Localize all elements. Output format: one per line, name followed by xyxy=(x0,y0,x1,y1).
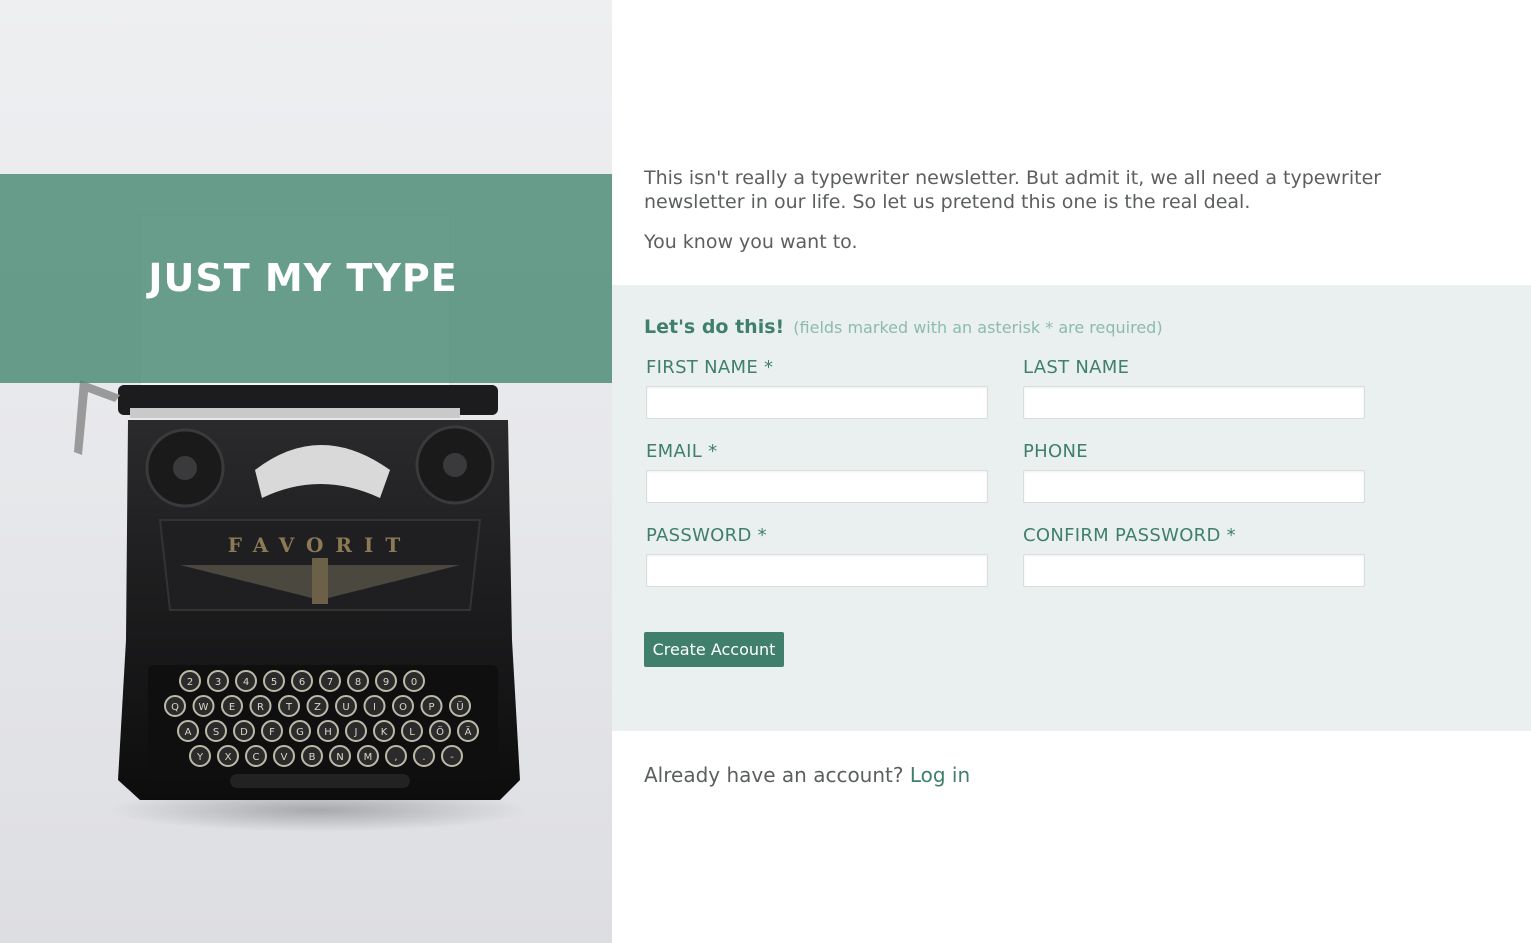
typewriter-key-label: K xyxy=(381,727,388,738)
typewriter-key-label: 2 xyxy=(187,677,193,688)
form-heading: Let's do this! (fields marked with an as… xyxy=(644,316,1163,338)
typewriter-key-label: 5 xyxy=(271,677,277,688)
typewriter-key-label: T xyxy=(285,702,293,713)
confirm-password-input[interactable] xyxy=(1023,554,1365,587)
confirm-password-group: CONFIRM PASSWORD * xyxy=(1023,525,1365,587)
typewriter-key-label: D xyxy=(240,727,248,738)
typewriter-key-label: - xyxy=(450,752,454,763)
typewriter-key-label: . xyxy=(422,752,425,763)
typewriter-key-label: 0 xyxy=(411,677,417,688)
phone-label: PHONE xyxy=(1023,441,1088,462)
typewriter-key-label: I xyxy=(373,702,376,713)
typewriter-key-label: 4 xyxy=(243,677,249,688)
typewriter-key-label: E xyxy=(229,702,235,713)
typewriter-key-label: M xyxy=(364,752,373,763)
typewriter-key-label: 8 xyxy=(355,677,361,688)
typewriter-key-label: H xyxy=(324,727,332,738)
typewriter-key-label: Q xyxy=(171,702,179,713)
typewriter-key-label: 3 xyxy=(215,677,221,688)
password-group: PASSWORD * xyxy=(646,525,988,587)
create-account-button[interactable]: Create Account xyxy=(644,632,784,667)
typewriter-key-label: B xyxy=(309,752,316,763)
typewriter-key-label: C xyxy=(253,752,260,763)
typewriter-key-label: Ü xyxy=(456,700,463,713)
confirm-password-label: CONFIRM PASSWORD * xyxy=(1023,525,1236,546)
typewriter-key-label: U xyxy=(342,702,349,713)
email-input[interactable] xyxy=(646,470,988,503)
signup-form: Let's do this! (fields marked with an as… xyxy=(612,285,1531,731)
typewriter-key-label: Y xyxy=(196,752,204,763)
typewriter-key-label: V xyxy=(281,752,288,763)
typewriter-key-label: A xyxy=(185,727,192,738)
typewriter-key-label: G xyxy=(296,727,304,738)
login-prompt-text: Already have an account? xyxy=(644,763,904,787)
typewriter-key-label: W xyxy=(199,702,209,713)
login-link[interactable]: Log in xyxy=(910,763,970,787)
typewriter-key-label: , xyxy=(394,752,397,763)
last-name-group: LAST NAME xyxy=(1023,357,1365,419)
email-label: EMAIL * xyxy=(646,441,718,462)
intro: This isn't really a typewriter newslette… xyxy=(644,166,1424,254)
phone-group: PHONE xyxy=(1023,441,1365,503)
password-label: PASSWORD * xyxy=(646,525,767,546)
phone-input[interactable] xyxy=(1023,470,1365,503)
typewriter-image: FAVORIT 2 3 4 5 6 7 8 9 0 Q W E R T Z U I O P Ü A S D F G H J K L Ö Ä Y… xyxy=(74,214,528,832)
intro-tagline: You know you want to. xyxy=(644,231,858,253)
typewriter-key-label: 9 xyxy=(383,677,389,688)
login-prompt: Already have an account? Log in xyxy=(644,763,970,787)
typewriter-key-label: S xyxy=(213,727,219,738)
brand-title: JUST MY TYPE xyxy=(148,256,458,300)
typewriter-key-label: O xyxy=(399,702,407,713)
last-name-label: LAST NAME xyxy=(1023,357,1130,378)
form-title: Let's do this! xyxy=(644,316,785,338)
email-group: EMAIL * xyxy=(646,441,988,503)
first-name-label: FIRST NAME * xyxy=(646,357,774,378)
first-name-group: FIRST NAME * xyxy=(646,357,988,419)
typewriter-key-label: L xyxy=(409,727,415,738)
password-input[interactable] xyxy=(646,554,988,587)
last-name-input[interactable] xyxy=(1023,386,1365,419)
typewriter-key-label: Z xyxy=(314,702,321,713)
typewriter-key-label: 6 xyxy=(299,677,305,688)
typewriter-key-label: X xyxy=(225,752,232,763)
required-note: (fields marked with an asterisk * are re… xyxy=(793,318,1163,337)
hero-panel: FAVORIT 2 3 4 5 6 7 8 9 0 Q W E R T Z U I O P Ü A S D F G H J K L Ö Ä Y… xyxy=(0,0,612,943)
typewriter-key-label: N xyxy=(336,752,343,763)
intro-paragraph: This isn't really a typewriter newslette… xyxy=(644,167,1382,213)
typewriter-key-label: P xyxy=(428,702,434,713)
typewriter-key-label: 7 xyxy=(327,677,333,688)
signup-panel: This isn't really a typewriter newslette… xyxy=(612,0,1531,943)
svg-text:FAVORIT: FAVORIT xyxy=(228,533,413,557)
first-name-input[interactable] xyxy=(646,386,988,419)
typewriter-key-label: Ö xyxy=(436,725,444,738)
typewriter-key-label: R xyxy=(257,702,264,713)
typewriter-key-label: F xyxy=(269,727,275,738)
typewriter-key-label: Ä xyxy=(465,725,472,738)
typewriter-key-label: J xyxy=(354,727,358,738)
